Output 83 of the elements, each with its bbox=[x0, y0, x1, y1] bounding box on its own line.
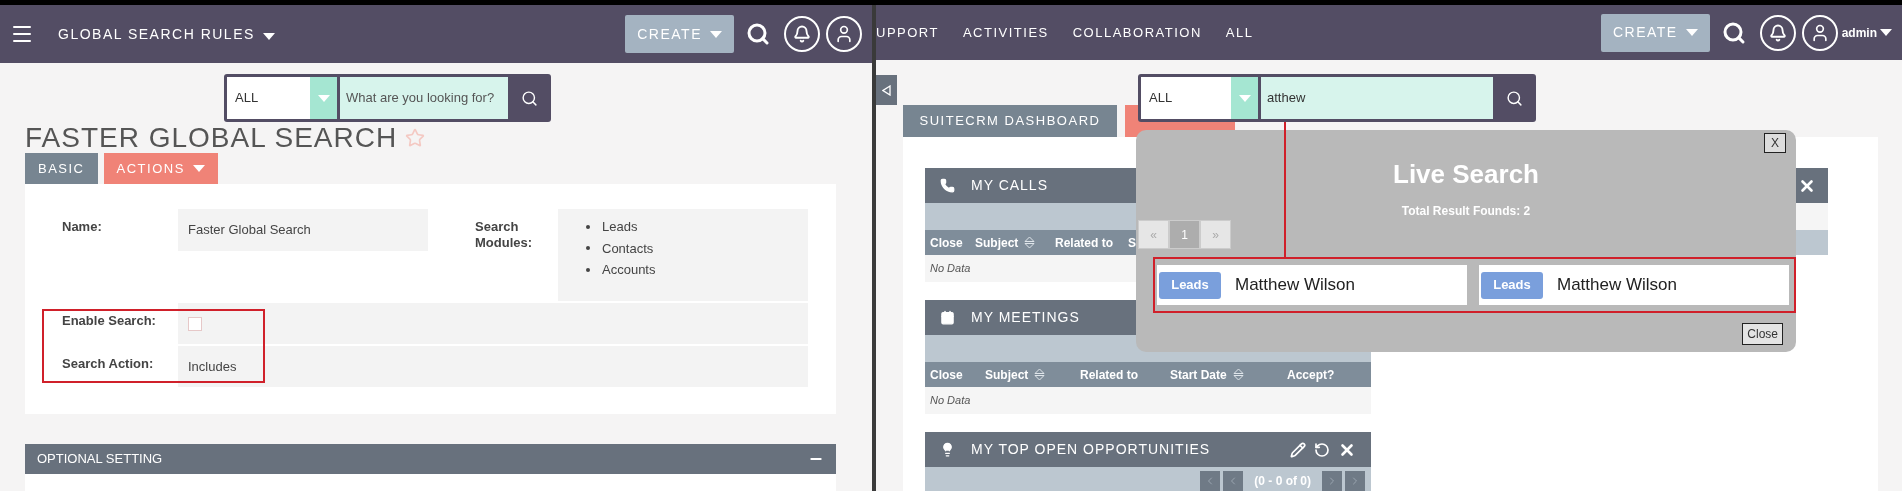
field-label: Name: bbox=[61, 218, 103, 235]
field-value: Faster Global Search bbox=[188, 221, 311, 240]
triangle-icon bbox=[882, 84, 891, 96]
previous-page-button[interactable] bbox=[1223, 470, 1244, 491]
search-result[interactable]: Leads Matthew Wilson bbox=[1157, 265, 1467, 305]
user-avatar-icon[interactable] bbox=[826, 16, 862, 52]
sidebar-toggle[interactable] bbox=[876, 75, 897, 105]
column-header[interactable]: Related to bbox=[1080, 365, 1138, 384]
search-icon[interactable] bbox=[1721, 20, 1746, 45]
create-button[interactable]: CREATE bbox=[625, 15, 734, 53]
module-select[interactable]: ALL bbox=[227, 77, 337, 119]
caret-icon bbox=[1685, 29, 1698, 36]
module-list-item: Leads bbox=[586, 217, 656, 237]
column-header[interactable]: S bbox=[1128, 233, 1136, 252]
panel-header[interactable]: OPTIONAL SETTING bbox=[25, 444, 836, 474]
nav-item[interactable]: ACTIVITIES bbox=[962, 22, 1049, 43]
refresh-icon[interactable] bbox=[1314, 441, 1330, 458]
caret-icon bbox=[1238, 94, 1251, 102]
popup-title: Live Search bbox=[1393, 158, 1539, 191]
tab[interactable]: BASIC bbox=[25, 153, 98, 184]
edit-icon[interactable] bbox=[1290, 441, 1306, 458]
page-button[interactable]: « bbox=[1138, 220, 1169, 249]
pager-text: (0 - 0 of 0) bbox=[1253, 472, 1312, 490]
favorite-star-icon[interactable] bbox=[405, 128, 426, 148]
close-x-button[interactable]: X bbox=[1764, 133, 1786, 153]
last-page-button[interactable] bbox=[1345, 470, 1365, 491]
search-result[interactable]: Leads Matthew Wilson bbox=[1479, 265, 1789, 305]
page-button[interactable]: 1 bbox=[1169, 220, 1200, 249]
result-name: Matthew Wilson bbox=[1235, 274, 1355, 297]
field-label: Search Modules: bbox=[474, 218, 534, 251]
create-button[interactable]: CREATE bbox=[1600, 13, 1710, 52]
dashlet-title: MY CALLS bbox=[971, 176, 1048, 195]
module-menu[interactable]: GLOBAL SEARCH RULES bbox=[58, 23, 275, 45]
caret-icon bbox=[1880, 29, 1892, 36]
module-list-item: Contacts bbox=[586, 238, 656, 258]
module-select[interactable]: ALL bbox=[1141, 77, 1258, 119]
next-page-button[interactable] bbox=[1322, 470, 1342, 491]
search-field[interactable]: atthew bbox=[1261, 77, 1493, 119]
tab[interactable]: SUITECRM DASHBOARD bbox=[903, 105, 1117, 137]
column-header[interactable]: Close bbox=[930, 233, 963, 252]
module-badge: Leads bbox=[1159, 271, 1221, 299]
sort-icon[interactable] bbox=[1232, 368, 1244, 381]
notifications-icon[interactable] bbox=[784, 16, 820, 52]
column-header[interactable]: Related to bbox=[1055, 233, 1113, 252]
notifications-icon[interactable] bbox=[1759, 14, 1796, 51]
column-header[interactable]: Close bbox=[930, 365, 963, 384]
close-button[interactable]: Close bbox=[1742, 323, 1783, 345]
result-count: Total Result Founds: 2 bbox=[1401, 203, 1531, 220]
column-header[interactable]: Accept? bbox=[1287, 365, 1335, 384]
search-icon[interactable] bbox=[1506, 89, 1523, 107]
search-field[interactable]: What are you looking for? bbox=[340, 77, 508, 119]
nav-item[interactable]: COLLABORATION bbox=[1072, 22, 1202, 43]
checkbox[interactable] bbox=[188, 316, 202, 331]
nav-item[interactable]: UPPORT bbox=[876, 22, 939, 43]
first-page-button[interactable] bbox=[1200, 470, 1221, 491]
column-header[interactable]: Start Date bbox=[1170, 365, 1244, 384]
sort-icon[interactable] bbox=[1034, 368, 1046, 381]
module-list-item: Accounts bbox=[586, 260, 656, 280]
caret-icon bbox=[262, 32, 275, 40]
empty-message: No Data bbox=[930, 261, 971, 277]
dashlet-title: MY MEETINGS bbox=[971, 308, 1080, 327]
field-label: Search Action: bbox=[61, 355, 155, 372]
result-name: Matthew Wilson bbox=[1557, 274, 1677, 297]
field-value: Includes bbox=[188, 357, 237, 376]
nav-item[interactable]: ALL bbox=[1225, 22, 1254, 43]
field-label: Enable Search: bbox=[61, 312, 157, 329]
sort-icon[interactable] bbox=[1024, 236, 1036, 249]
empty-message: No Data bbox=[930, 393, 971, 409]
actions-menu[interactable]: ACTIONS bbox=[103, 153, 218, 184]
search-icon[interactable] bbox=[746, 22, 770, 46]
caret-icon bbox=[317, 94, 330, 102]
user-avatar-icon[interactable] bbox=[1801, 14, 1838, 51]
user-menu[interactable]: admin bbox=[1841, 23, 1892, 42]
module-badge: Leads bbox=[1481, 271, 1543, 299]
caret-icon bbox=[192, 165, 205, 172]
search-icon[interactable] bbox=[521, 89, 538, 107]
column-header[interactable]: Subject bbox=[985, 365, 1046, 384]
page-button[interactable]: » bbox=[1200, 220, 1231, 249]
page-title: FASTER GLOBAL SEARCH bbox=[25, 123, 398, 153]
caret-icon bbox=[710, 30, 722, 38]
panel-title: OPTIONAL SETTING bbox=[37, 450, 163, 469]
dashlet-title: MY TOP OPEN OPPORTUNITIES bbox=[971, 440, 1211, 459]
column-header[interactable]: Subject bbox=[975, 233, 1036, 252]
